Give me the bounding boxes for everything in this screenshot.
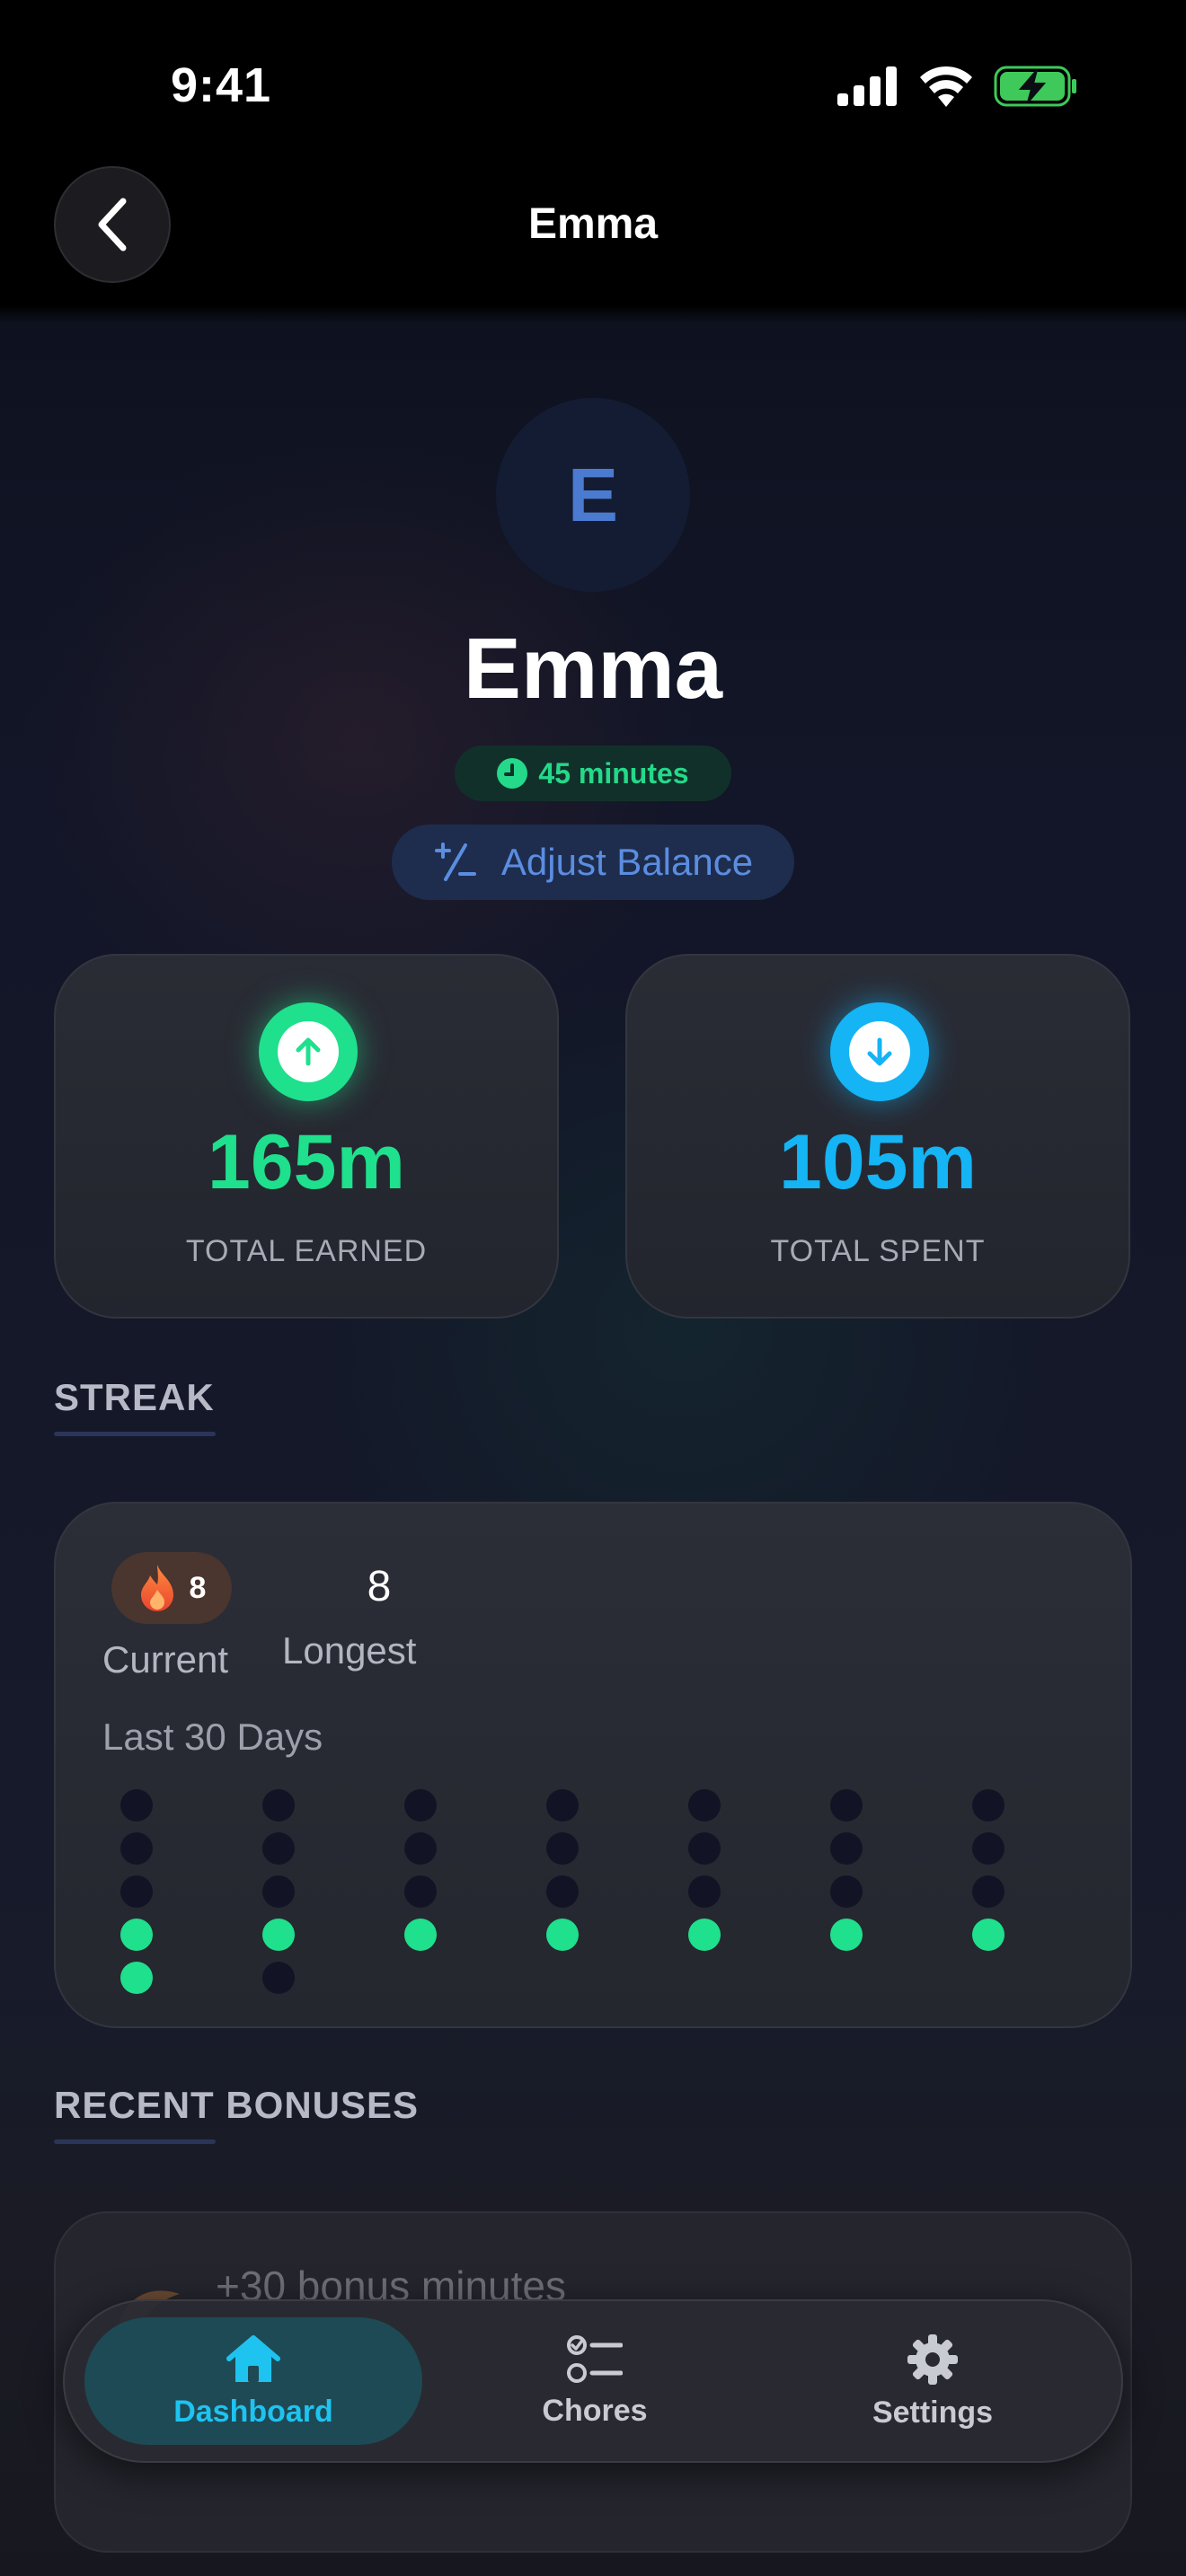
streak-day-dot <box>546 1789 579 1822</box>
total-spent-value: 105m <box>779 1119 977 1205</box>
house-icon <box>226 2334 280 2382</box>
streak-day-dot <box>120 1789 153 1822</box>
streak-day-dot <box>262 1832 295 1865</box>
balance-text: 45 minutes <box>538 756 689 790</box>
earned-badge <box>259 1002 358 1101</box>
streak-card: 8 8 Current Longest Last 30 Days <box>54 1502 1132 2028</box>
profile-name: Emma <box>463 621 723 717</box>
total-spent-label: TOTAL SPENT <box>770 1234 986 1268</box>
tab-chores-label: Chores <box>542 2393 648 2428</box>
longest-streak-value: 8 <box>367 1563 392 1610</box>
adjust-balance-label: Adjust Balance <box>500 841 754 883</box>
streak-day-dot <box>830 1919 863 1951</box>
signal-icon <box>837 66 897 106</box>
streak-day-dot <box>688 1919 721 1951</box>
status-icons <box>837 63 1078 110</box>
avatar: E <box>496 398 690 592</box>
nav-title: Emma <box>527 200 659 248</box>
streak-day-dot <box>972 1789 1005 1822</box>
streak-section-underline <box>54 1432 216 1436</box>
streak-section-title: STREAK <box>54 1376 215 1418</box>
streak-day-dot <box>404 1919 437 1951</box>
streak-day-dot <box>830 1875 863 1908</box>
longest-streak-label: Longest <box>282 1629 417 1672</box>
total-earned-value: 165m <box>208 1119 405 1205</box>
last-30-days-label: Last 30 Days <box>102 1716 323 1758</box>
streak-day-dot <box>830 1789 863 1822</box>
child-detail-screen: 9:41 Emma E Emma 45 minutes Adjust Balan… <box>0 0 1186 2576</box>
streak-day-dot <box>262 1962 295 1994</box>
tab-dashboard[interactable]: Dashboard <box>84 2317 422 2445</box>
total-spent-card: 105m TOTAL SPENT <box>625 954 1130 1319</box>
clock-icon <box>497 758 528 789</box>
plus-minus-icon <box>434 842 476 881</box>
streak-day-dot <box>546 1919 579 1951</box>
tab-bar: Dashboard Chores Settings <box>63 2299 1123 2463</box>
streak-day-dot <box>972 1832 1005 1865</box>
streak-day-dot <box>120 1919 153 1951</box>
current-streak-value: 8 <box>189 1570 207 1605</box>
streak-dot-grid <box>56 1773 1130 2007</box>
current-streak-label: Current <box>102 1638 229 1681</box>
streak-day-dot <box>972 1919 1005 1951</box>
total-earned-card: 165m TOTAL EARNED <box>54 954 559 1319</box>
back-button[interactable] <box>54 166 171 283</box>
balance-badge: 45 minutes <box>455 745 731 801</box>
current-streak-badge: 8 <box>111 1552 232 1624</box>
streak-day-dot <box>688 1875 721 1908</box>
flame-icon <box>140 1565 173 1611</box>
streak-day-dot <box>546 1832 579 1865</box>
spent-badge <box>830 1002 929 1101</box>
streak-day-dot <box>262 1789 295 1822</box>
streak-day-dot <box>120 1962 153 1994</box>
gear-icon <box>907 2333 958 2385</box>
streak-day-dot <box>404 1875 437 1908</box>
tab-chores[interactable]: Chores <box>426 2317 764 2445</box>
total-earned-label: TOTAL EARNED <box>185 1234 428 1268</box>
streak-day-dot <box>404 1789 437 1822</box>
streak-day-dot <box>262 1919 295 1951</box>
streak-day-dot <box>120 1875 153 1908</box>
arrow-up-icon <box>296 1037 321 1066</box>
tab-settings-label: Settings <box>872 2395 994 2430</box>
wifi-icon <box>920 66 972 107</box>
chevron-left-icon <box>98 198 127 251</box>
streak-day-dot <box>688 1832 721 1865</box>
status-time: 9:41 <box>171 58 272 112</box>
tab-dashboard-label: Dashboard <box>173 2394 333 2429</box>
adjust-balance-button[interactable]: Adjust Balance <box>392 825 794 900</box>
tab-settings[interactable]: Settings <box>764 2317 1102 2445</box>
streak-day-dot <box>262 1875 295 1908</box>
streak-day-dot <box>688 1789 721 1822</box>
arrow-down-icon <box>867 1037 892 1066</box>
streak-day-dot <box>546 1875 579 1908</box>
bonuses-section-title: RECENT BONUSES <box>54 2084 420 2126</box>
streak-day-dot <box>120 1832 153 1865</box>
battery-charging-icon <box>994 66 1076 107</box>
streak-day-dot <box>830 1832 863 1865</box>
streak-day-dot <box>404 1832 437 1865</box>
checklist-icon <box>567 2334 623 2383</box>
streak-day-dot <box>972 1875 1005 1908</box>
bonuses-section-underline <box>54 2139 216 2144</box>
